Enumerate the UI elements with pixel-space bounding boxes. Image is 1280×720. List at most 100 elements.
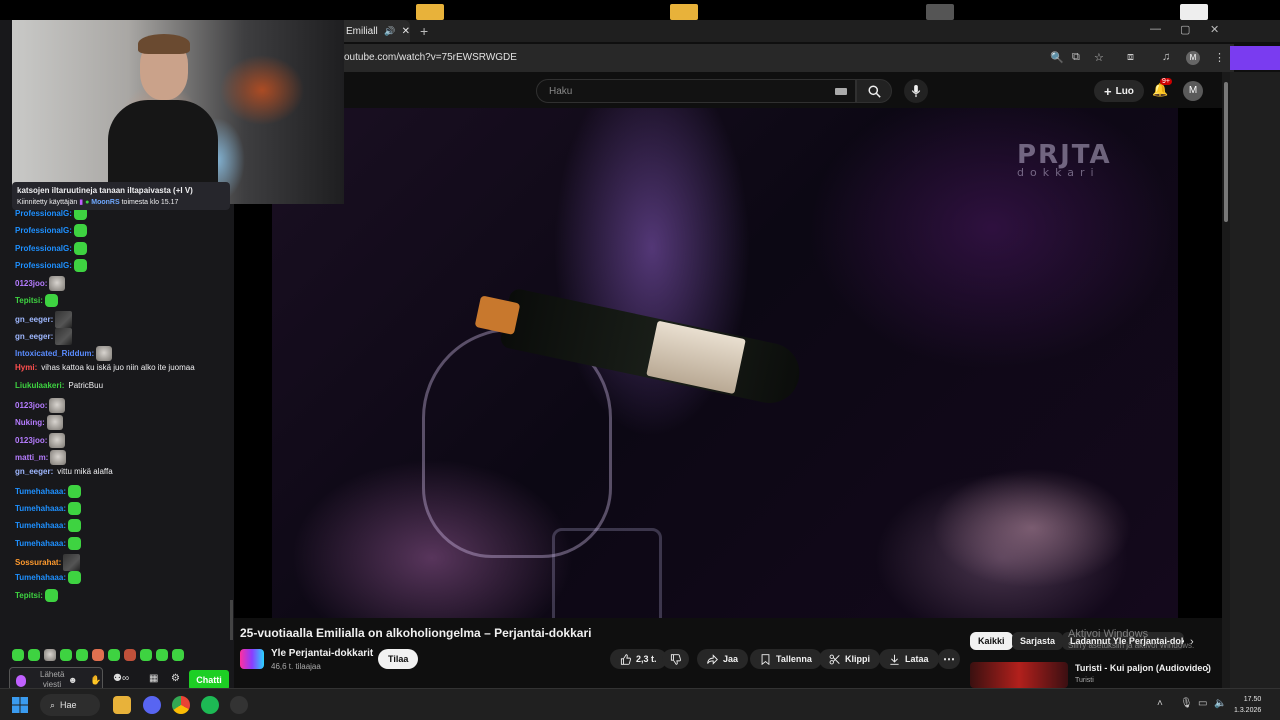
chip-series[interactable]: Sarjasta [1012, 632, 1064, 650]
chat-username[interactable]: Tumehahaaa: [15, 573, 66, 582]
file-explorer-icon[interactable] [113, 696, 131, 714]
zoom-icon[interactable]: 🔍 [1050, 51, 1064, 64]
like-button[interactable]: 2,3 t. [610, 649, 667, 669]
chat-username[interactable]: ProfessionalG: [15, 244, 72, 253]
install-icon[interactable]: ⧉ [1072, 51, 1080, 64]
subscribe-button[interactable]: Tilaa [378, 649, 419, 669]
chip-all[interactable]: Kaikki [970, 632, 1013, 650]
profile-avatar[interactable]: M [1186, 51, 1200, 65]
new-tab-icon[interactable]: + [420, 23, 428, 39]
chat-username[interactable]: 0123joo: [15, 436, 47, 445]
emote-icon[interactable] [28, 649, 40, 661]
dislike-button[interactable] [662, 649, 689, 669]
emote-icon[interactable] [140, 649, 152, 661]
media-control-icon[interactable]: ♫ [1162, 51, 1170, 63]
search-button[interactable] [856, 79, 892, 103]
volume-icon[interactable]: 🔈 [1214, 698, 1226, 709]
emote-icon[interactable] [156, 649, 168, 661]
save-button[interactable]: Tallenna [750, 649, 822, 669]
chat-username[interactable]: 0123joo: [15, 279, 47, 288]
chat-username[interactable]: Intoxicated_Riddum: [15, 349, 94, 358]
page-scrollbar[interactable] [1222, 72, 1230, 688]
emote-picker-icon[interactable]: ☻ [68, 675, 77, 685]
chat-username[interactable]: Tumehahaaa: [15, 539, 66, 548]
mic-tray-icon[interactable]: 🎙 [1180, 698, 1193, 709]
channel-avatar[interactable] [240, 649, 264, 669]
recommended-thumbnail[interactable] [970, 662, 1068, 688]
chat-username[interactable]: Sossurahat: [15, 558, 61, 567]
system-clock[interactable]: 17.50 1.3.2026 [1234, 694, 1261, 716]
chat-username[interactable]: Tumehahaaa: [15, 487, 66, 496]
emote-icon[interactable] [60, 649, 72, 661]
chat-username[interactable]: Liukulaakeri: [15, 381, 64, 390]
close-window-icon[interactable]: ✕ [1210, 23, 1219, 36]
chat-username[interactable]: Tumehahaaa: [15, 504, 66, 513]
extensions-icon[interactable]: ⧈ [1127, 51, 1134, 64]
chat-username[interactable]: Tumehahaaa: [15, 521, 66, 530]
emote-icon[interactable] [12, 649, 24, 661]
emote-icon[interactable] [92, 649, 104, 661]
emote-icon[interactable] [44, 649, 56, 661]
gift-icon[interactable]: ✋ [90, 675, 101, 686]
emote-icon[interactable] [172, 649, 184, 661]
share-button[interactable]: Jaa [697, 649, 749, 669]
chat-username[interactable]: matti_m: [15, 453, 48, 462]
speaker-icon[interactable]: 🔊 [384, 26, 395, 37]
folder-icon[interactable] [416, 4, 444, 20]
address-bar[interactable]: outube.com/watch?v=75rEWSRWGDE 🔍 ⧉ ☆ ⧈ ♫… [234, 44, 1234, 72]
search-box[interactable]: Haku [536, 79, 856, 103]
account-avatar[interactable]: M [1183, 81, 1203, 101]
chat-username[interactable]: Hymi: [15, 363, 37, 372]
tray-overflow-icon[interactable]: ˄ [1157, 698, 1163, 709]
folder-icon[interactable] [670, 4, 698, 20]
chat-username[interactable]: Nuking: [15, 418, 45, 427]
more-vert-icon[interactable]: ⋮ [1202, 662, 1213, 675]
windows-start-icon[interactable] [12, 697, 28, 713]
channel-name[interactable]: Yle Perjantai-dokkarit [271, 648, 373, 659]
menu-kebab-icon[interactable]: ⋮ [1214, 51, 1225, 64]
emote-icon[interactable] [76, 649, 88, 661]
search-input[interactable]: Haku [549, 86, 572, 97]
chat-username[interactable]: gn_eeger: [15, 332, 53, 341]
voice-search-button[interactable] [904, 79, 928, 103]
create-button[interactable]: + Luo [1094, 80, 1144, 102]
document-icon[interactable] [1180, 4, 1208, 20]
chat-username[interactable]: ProfessionalG: [15, 209, 72, 218]
video-player[interactable]: PRJTA dokkari [234, 108, 1222, 618]
emote-icon[interactable] [108, 649, 120, 661]
settings-gear-icon[interactable]: ⚙ [171, 673, 180, 684]
spotify-icon[interactable] [201, 696, 219, 714]
download-button[interactable]: Lataa [879, 649, 939, 669]
chat-scrollbar[interactable] [230, 600, 233, 640]
recommended-title[interactable]: Turisti - Kui paljon (Audiovideo) [1075, 663, 1211, 673]
chat-send-button[interactable]: Chatti [189, 670, 229, 690]
pinned-by-user[interactable]: MoonRS [91, 199, 119, 206]
taskbar-search[interactable]: ⌕ Hae [40, 694, 100, 716]
chat-username[interactable]: Tepitsi: [15, 591, 43, 600]
url-text[interactable]: outube.com/watch?v=75rEWSRWGDE [344, 52, 517, 63]
chat-username[interactable]: ProfessionalG: [15, 226, 72, 235]
maximize-icon[interactable]: ▢ [1180, 23, 1190, 36]
bookmark-star-icon[interactable]: ☆ [1094, 51, 1104, 64]
more-actions-button[interactable]: ⋯ [938, 649, 960, 669]
recommended-channel[interactable]: Turisti [1075, 677, 1094, 684]
chat-username[interactable]: gn_eeger: [15, 467, 53, 476]
app-icon[interactable] [926, 4, 954, 20]
minimize-icon[interactable]: — [1150, 23, 1161, 35]
discord-icon[interactable] [143, 696, 161, 714]
chevron-right-icon[interactable]: › [1190, 636, 1194, 648]
close-tab-icon[interactable]: ✕ [402, 26, 410, 37]
network-icon[interactable]: ▭ [1198, 698, 1207, 709]
store-icon[interactable]: ▦ [149, 673, 158, 684]
chrome-icon[interactable] [172, 696, 190, 714]
pinned-message[interactable]: katsojen iltaruutineja tanaan iltapaivas… [12, 182, 230, 210]
chat-username[interactable]: ProfessionalG: [15, 261, 72, 270]
obs-icon[interactable] [230, 696, 248, 714]
keyboard-icon[interactable] [835, 88, 847, 95]
scrollbar-thumb[interactable] [1224, 82, 1228, 222]
chat-username[interactable]: gn_eeger: [15, 315, 53, 324]
chat-username[interactable]: Tepitsi: [15, 296, 43, 305]
mic-icon[interactable] [16, 675, 26, 687]
emote-icon[interactable] [124, 649, 136, 661]
points-icon[interactable]: ⚉∞ [113, 673, 129, 684]
